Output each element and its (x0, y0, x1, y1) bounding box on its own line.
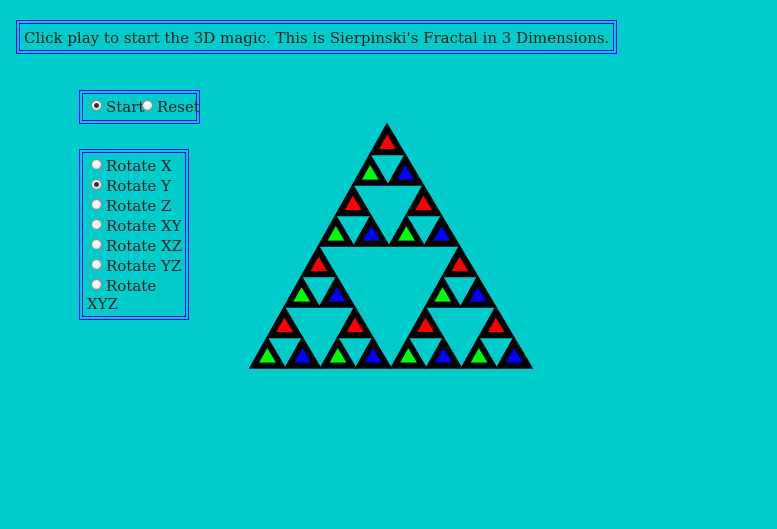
rotate-x-label[interactable]: Rotate X (106, 157, 172, 175)
rotation-axis-group: Rotate X Rotate Y Rotate Z Rotate XY Rot… (79, 149, 189, 320)
rotate-y-label[interactable]: Rotate Y (106, 177, 171, 195)
playback-control-group: Start Reset (79, 90, 200, 124)
start-radio[interactable] (91, 100, 102, 111)
rotate-x-radio[interactable] (91, 159, 102, 170)
rotate-xyz-radio[interactable] (91, 279, 102, 290)
rotate-z-radio[interactable] (91, 199, 102, 210)
sierpinski-fractal (248, 122, 534, 369)
reset-radio[interactable] (142, 100, 153, 111)
sierpinski-fractal-canvas (248, 122, 534, 369)
rotate-z-label[interactable]: Rotate Z (106, 197, 171, 215)
rotate-xy-radio[interactable] (91, 219, 102, 230)
rotate-y-radio[interactable] (91, 179, 102, 190)
rotate-xyz-label-wrap[interactable]: XYZ (87, 295, 118, 313)
start-label[interactable]: Start (106, 98, 144, 116)
reset-label[interactable]: Reset (157, 98, 200, 116)
rotate-xy-label[interactable]: Rotate XY (106, 217, 182, 235)
rotate-xyz-label[interactable]: Rotate (106, 277, 156, 295)
rotate-yz-label[interactable]: Rotate YZ (106, 257, 181, 275)
intro-message: Click play to start the 3D magic. This i… (16, 20, 618, 54)
rotate-xz-radio[interactable] (91, 239, 102, 250)
rotate-xz-label[interactable]: Rotate XZ (106, 237, 182, 255)
rotate-yz-radio[interactable] (91, 259, 102, 270)
